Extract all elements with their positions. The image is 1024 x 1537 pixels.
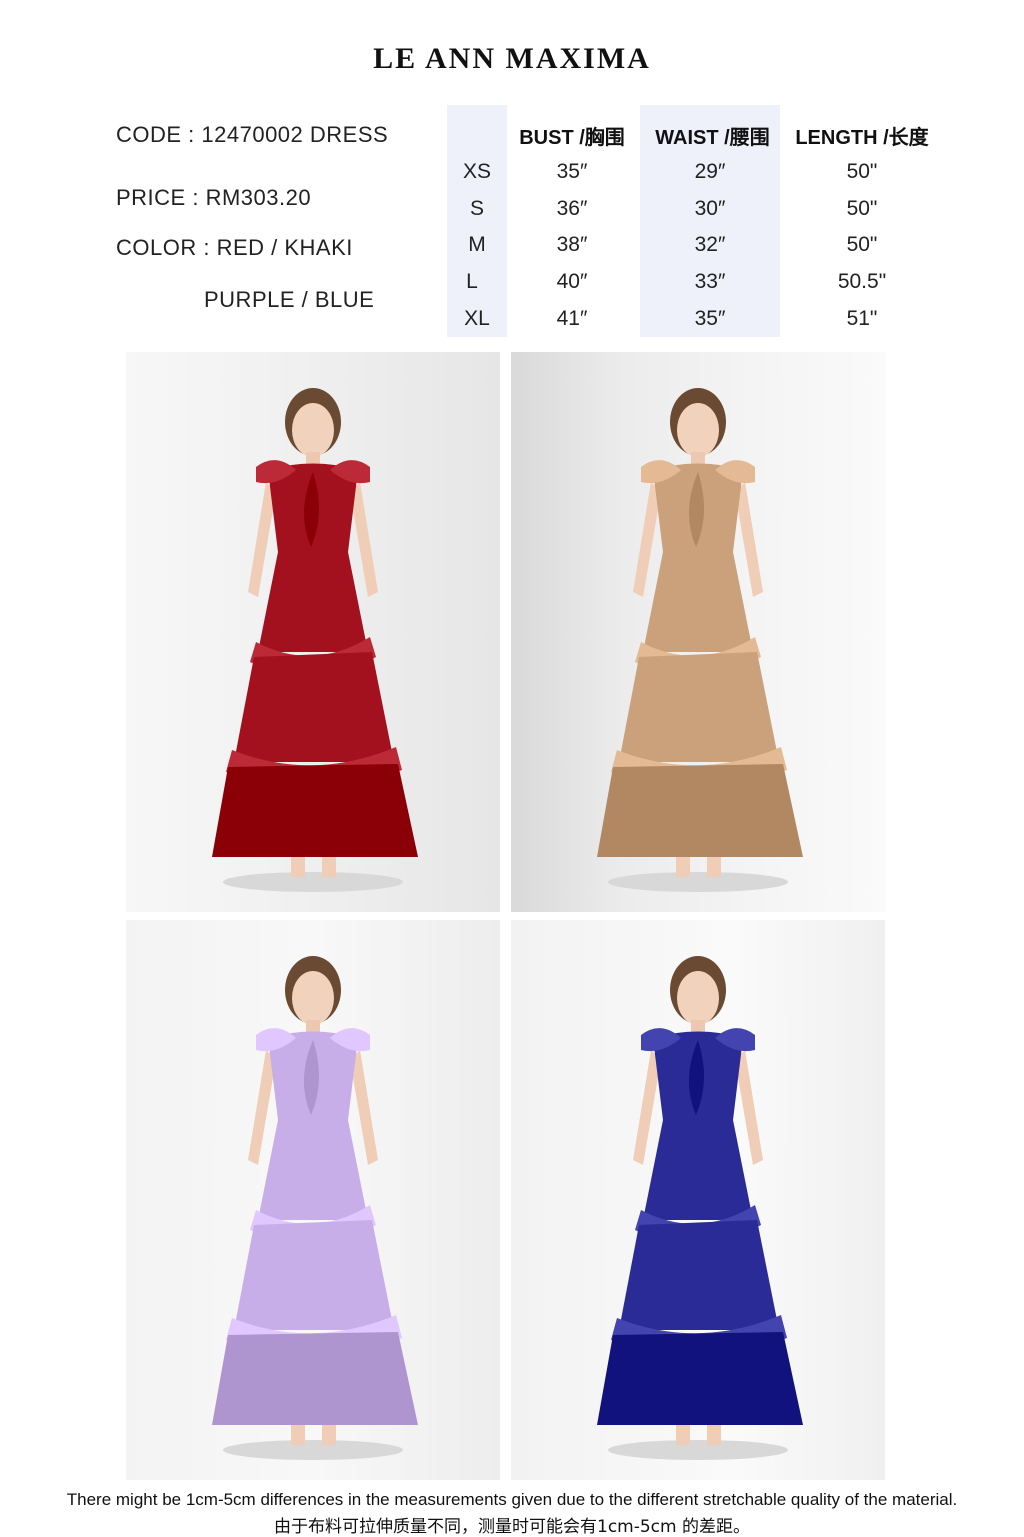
length-value: 50" [846, 233, 878, 256]
product-price: PRICE : RM303.20 [116, 185, 312, 210]
photo-blue-dress [511, 920, 885, 1480]
size-label: L [466, 270, 478, 293]
bust-header: BUST /胸围 [519, 127, 625, 149]
bust-value: 36″ [556, 197, 588, 220]
length-value: 50" [846, 197, 878, 220]
waist-value: 29″ [694, 160, 726, 183]
length-value: 50" [846, 160, 878, 183]
measurement-note-zh: 由于布料可拉伸质量不同，测量时可能会有1cm-5cm 的差距。 [274, 1517, 750, 1537]
size-label: XL [464, 307, 490, 330]
brand-title: LE ANN MAXIMA [373, 42, 651, 75]
bust-value: 38″ [556, 233, 588, 256]
length-header: LENGTH /长度 [795, 127, 929, 149]
bust-value: 40″ [556, 270, 588, 293]
photo-purple-dress [126, 920, 500, 1480]
waist-header: WAIST /腰围 [655, 127, 770, 149]
waist-value: 33″ [694, 270, 726, 293]
waist-value: 32″ [694, 233, 726, 256]
waist-value: 30″ [694, 197, 726, 220]
measurement-note-en: There might be 1cm-5cm differences in th… [66, 1490, 958, 1509]
size-label: M [468, 233, 486, 256]
size-label: S [469, 197, 484, 220]
photo-red-dress [126, 352, 500, 912]
product-colors-line2: PURPLE / BLUE [204, 287, 375, 312]
product-colors-line1: COLOR : RED / KHAKI [116, 235, 353, 260]
length-value: 50.5" [837, 270, 887, 293]
size-column-shade [447, 105, 507, 337]
waist-value: 35″ [694, 307, 726, 330]
size-label: XS [462, 160, 491, 183]
size-chart: BUST /胸围 WAIST /腰围 LENGTH /长度 XS 35″ 29″… [447, 105, 937, 337]
photo-khaki-dress [511, 352, 885, 912]
product-code: CODE : 12470002 DRESS [116, 122, 389, 147]
bust-value: 41″ [556, 307, 588, 330]
bust-value: 35″ [556, 160, 588, 183]
length-value: 51" [846, 307, 878, 330]
